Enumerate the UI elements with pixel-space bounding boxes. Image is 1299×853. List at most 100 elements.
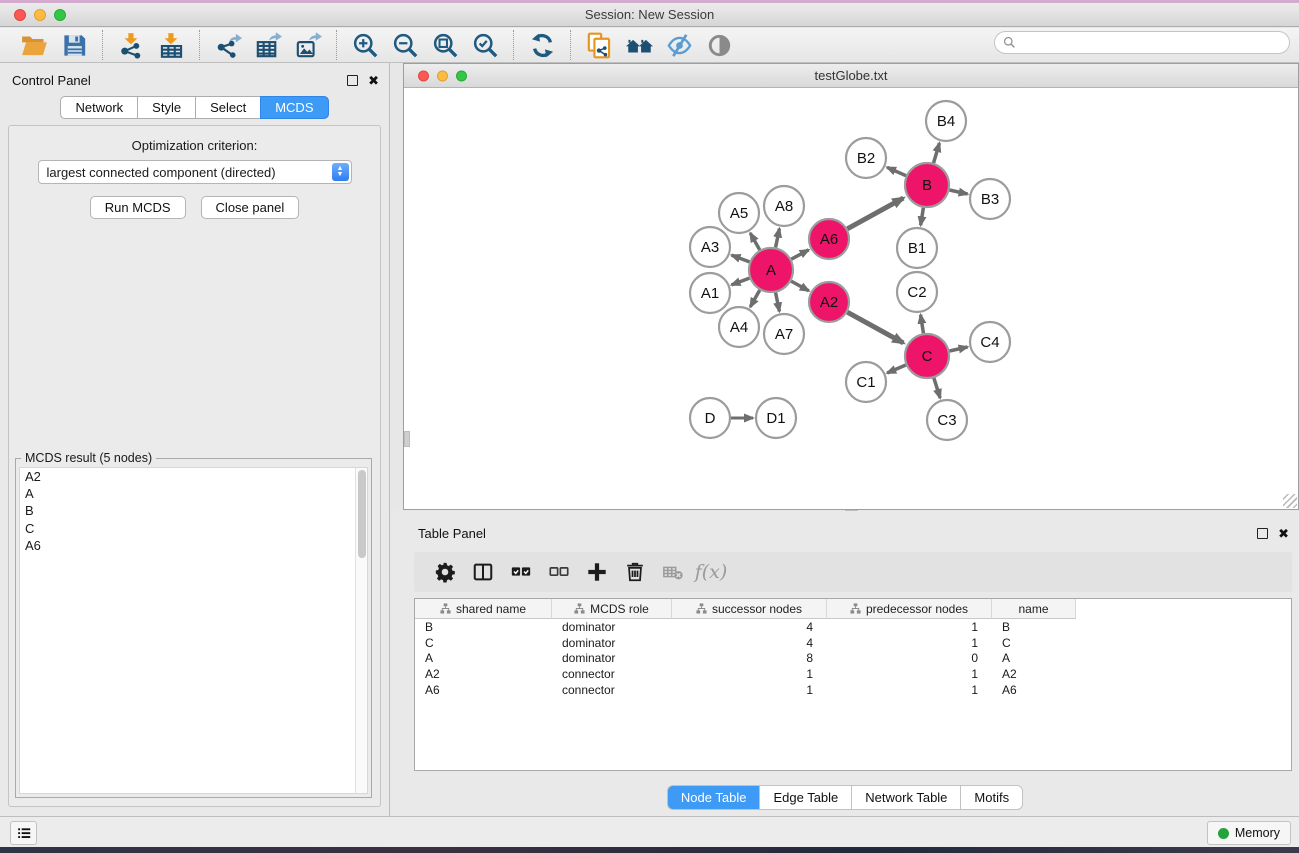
cell-successor-nodes[interactable]: 4: [672, 635, 827, 651]
cell-shared-name[interactable]: C: [415, 635, 552, 651]
select-all-button[interactable]: [502, 556, 540, 588]
network-window-titlebar[interactable]: testGlobe.txt: [404, 64, 1298, 88]
network-graph[interactable]: B4B2BB3A8A5A6B1A3AC2A1A2A4A7C4CC1C3DD1: [404, 89, 1298, 509]
cell-MCDS-role[interactable]: connector: [552, 666, 672, 682]
node-B[interactable]: B: [905, 163, 949, 207]
table-row-A2[interactable]: A2connector11A2: [415, 666, 1291, 682]
table-row-C[interactable]: Cdominator41C: [415, 635, 1291, 651]
cell-shared-name[interactable]: A: [415, 651, 552, 667]
show-columns-button[interactable]: [464, 556, 502, 588]
edge-C-C4[interactable]: [949, 347, 967, 351]
mcds-result-item[interactable]: A2: [20, 468, 367, 485]
cell-predecessor-nodes[interactable]: 1: [827, 682, 992, 698]
cell-name[interactable]: A: [992, 651, 1076, 667]
cell-successor-nodes[interactable]: 4: [672, 619, 827, 635]
toggle-details-eye-button[interactable]: [699, 30, 739, 60]
edge-C-C3[interactable]: [934, 378, 940, 398]
node-C3[interactable]: C3: [927, 400, 967, 440]
node-A3[interactable]: A3: [690, 227, 730, 267]
cell-successor-nodes[interactable]: 1: [672, 682, 827, 698]
edge-A2-C[interactable]: [847, 312, 903, 343]
export-table-button[interactable]: [248, 30, 288, 60]
node-A[interactable]: A: [749, 248, 793, 292]
cell-MCDS-role[interactable]: dominator: [552, 635, 672, 651]
edge-C-C2[interactable]: [921, 315, 924, 334]
zoom-network-window-button[interactable]: [456, 70, 467, 81]
delete-entry-button[interactable]: [616, 556, 654, 588]
node-B4[interactable]: B4: [926, 101, 966, 141]
column-header-name[interactable]: name: [992, 599, 1076, 619]
task-history-button[interactable]: [10, 821, 37, 845]
import-network-button[interactable]: [111, 30, 151, 60]
deselect-all-button[interactable]: [540, 556, 578, 588]
network-left-scroll-thumb[interactable]: [404, 431, 410, 447]
cell-predecessor-nodes[interactable]: 1: [827, 635, 992, 651]
column-header-MCDS-role[interactable]: MCDS role: [552, 599, 672, 619]
cell-MCDS-role[interactable]: dominator: [552, 651, 672, 667]
table-row-A[interactable]: Adominator80A: [415, 651, 1291, 667]
column-header-successor-nodes[interactable]: successor nodes: [672, 599, 827, 619]
edge-A-A3[interactable]: [732, 255, 750, 262]
network-window-resize-grip[interactable]: [1283, 494, 1297, 508]
tab-edge-table[interactable]: Edge Table: [759, 785, 852, 810]
cell-predecessor-nodes[interactable]: 1: [827, 619, 992, 635]
toggle-graphics-details-button[interactable]: [659, 30, 699, 60]
duplicate-network-button[interactable]: [579, 30, 619, 60]
export-image-button[interactable]: [288, 30, 328, 60]
mcds-result-item[interactable]: A6: [20, 537, 367, 554]
node-A8[interactable]: A8: [764, 186, 804, 226]
edge-B-B1[interactable]: [921, 208, 924, 226]
column-header-predecessor-nodes[interactable]: predecessor nodes: [827, 599, 992, 619]
edge-A-A7[interactable]: [776, 293, 780, 312]
edge-A6-B[interactable]: [847, 198, 903, 229]
mcds-result-item[interactable]: A: [20, 485, 367, 502]
memory-button[interactable]: Memory: [1207, 821, 1291, 845]
tab-network[interactable]: Network: [60, 96, 138, 119]
settings-gear-button[interactable]: [426, 556, 464, 588]
node-C[interactable]: C: [905, 334, 949, 378]
network-canvas[interactable]: B4B2BB3A8A5A6B1A3AC2A1A2A4A7C4CC1C3DD1: [404, 89, 1298, 509]
cell-name[interactable]: A2: [992, 666, 1076, 682]
zoom-fit-button[interactable]: [425, 30, 465, 60]
search-input[interactable]: [1020, 33, 1289, 52]
mcds-result-item[interactable]: C: [20, 520, 367, 537]
cell-predecessor-nodes[interactable]: 0: [827, 651, 992, 667]
zoom-out-button[interactable]: [385, 30, 425, 60]
node-A1[interactable]: A1: [690, 273, 730, 313]
home-view-button[interactable]: [619, 30, 659, 60]
close-network-window-button[interactable]: [418, 70, 429, 81]
close-panel-button[interactable]: Close panel: [201, 196, 300, 219]
edge-B-B3[interactable]: [949, 190, 967, 194]
node-B3[interactable]: B3: [970, 179, 1010, 219]
edge-B-B2[interactable]: [887, 167, 906, 175]
node-A6[interactable]: A6: [809, 219, 849, 259]
tab-select[interactable]: Select: [195, 96, 261, 119]
float-table-panel-icon[interactable]: [1257, 528, 1268, 539]
zoom-in-button[interactable]: [345, 30, 385, 60]
node-C2[interactable]: C2: [897, 272, 937, 312]
edge-A-A4[interactable]: [750, 290, 759, 307]
tab-mcds[interactable]: MCDS: [260, 96, 328, 119]
tab-motifs[interactable]: Motifs: [960, 785, 1023, 810]
table-row-A6[interactable]: A6connector11A6: [415, 682, 1291, 698]
import-table-button[interactable]: [151, 30, 191, 60]
node-B1[interactable]: B1: [897, 228, 937, 268]
optimization-criterion-select[interactable]: largest connected component (directed) ▲…: [38, 160, 352, 184]
zoom-window-button[interactable]: [54, 9, 66, 21]
cell-name[interactable]: C: [992, 635, 1076, 651]
edge-C-C1[interactable]: [887, 365, 906, 373]
node-D[interactable]: D: [690, 398, 730, 438]
tab-network-table[interactable]: Network Table: [851, 785, 961, 810]
export-network-button[interactable]: [208, 30, 248, 60]
edge-B-B4[interactable]: [934, 143, 940, 163]
close-window-button[interactable]: [14, 9, 26, 21]
table-row-B[interactable]: Bdominator41B: [415, 619, 1291, 635]
cell-shared-name[interactable]: A2: [415, 666, 552, 682]
node-C1[interactable]: C1: [846, 362, 886, 402]
run-mcds-button[interactable]: Run MCDS: [90, 196, 186, 219]
node-A5[interactable]: A5: [719, 193, 759, 233]
open-file-button[interactable]: [14, 30, 54, 60]
column-header-shared-name[interactable]: shared name: [415, 599, 552, 619]
add-entry-button[interactable]: [578, 556, 616, 588]
tab-node-table[interactable]: Node Table: [667, 785, 761, 810]
